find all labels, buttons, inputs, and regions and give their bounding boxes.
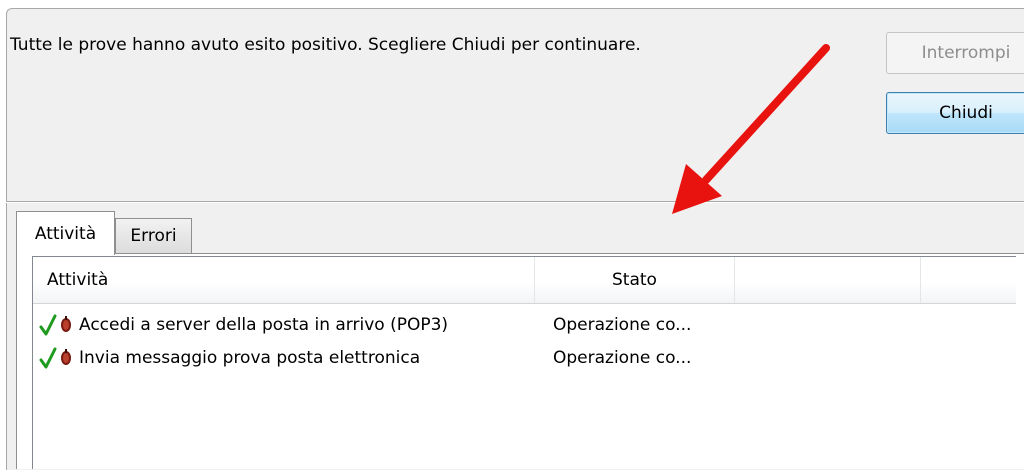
result-message: Tutte le prove hanno avuto esito positiv… <box>10 35 641 55</box>
tab-attivita[interactable]: Attività <box>16 211 115 255</box>
task-status: Operazione co... <box>553 315 692 335</box>
column-header-empty-2[interactable] <box>921 257 1017 303</box>
table-row[interactable]: Accedi a server della posta in arrivo (P… <box>39 311 739 341</box>
tab-errori[interactable]: Errori <box>115 218 192 253</box>
task-name: Invia messaggio prova posta elettronica <box>79 348 421 368</box>
list-header: Attività Stato <box>33 257 1016 304</box>
task-list: Attività Stato Accedi a server della pos… <box>32 256 1016 469</box>
column-header-attivita[interactable]: Attività <box>33 257 535 303</box>
check-success-icon <box>39 313 75 339</box>
check-success-icon <box>39 346 75 372</box>
dialog-separator <box>6 201 1024 203</box>
interrompi-button[interactable]: Interrompi <box>886 32 1024 74</box>
task-name: Accedi a server della posta in arrivo (P… <box>79 315 449 335</box>
column-header-empty-1[interactable] <box>735 257 921 303</box>
task-status: Operazione co... <box>553 348 692 368</box>
table-row[interactable]: Invia messaggio prova posta elettronica … <box>39 344 739 374</box>
chiudi-button[interactable]: Chiudi <box>886 92 1024 134</box>
column-header-stato[interactable]: Stato <box>535 257 735 303</box>
